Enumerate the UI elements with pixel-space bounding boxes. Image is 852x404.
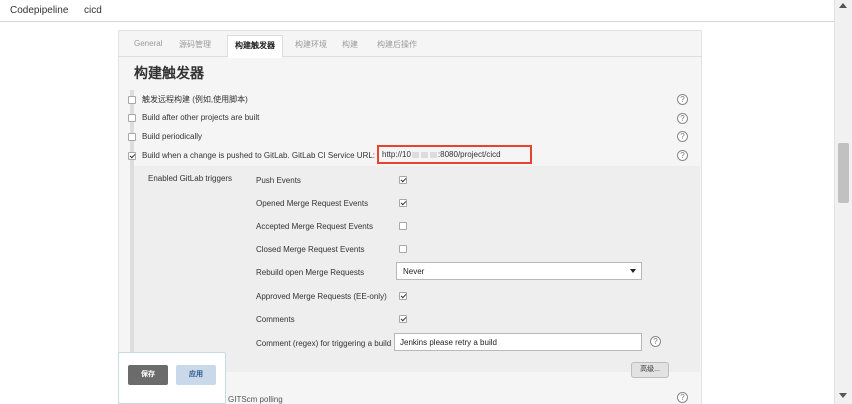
redacted-block (420, 151, 428, 158)
apply-button[interactable]: 应用 (176, 365, 216, 385)
tab-source-code[interactable]: 源码管理 (179, 39, 211, 50)
trigger-remote-checkbox[interactable] (128, 95, 136, 104)
rebuild-mr-label: Rebuild open Merge Requests (256, 268, 365, 277)
comments-label: Comments (256, 315, 295, 324)
tab-build-environment[interactable]: 构建环境 (295, 39, 327, 50)
help-icon[interactable]: ? (677, 113, 688, 124)
redacted-block (429, 151, 437, 158)
rebuild-mr-select[interactable]: Never (396, 262, 642, 280)
gitscm-polling-row[interactable]: GITScm polling (228, 395, 283, 404)
comment-regex-input[interactable]: Jenkins please retry a build (394, 333, 642, 351)
breadcrumb-cicd[interactable]: cicd (84, 5, 102, 16)
comment-regex-label: Comment (regex) for triggering a build (256, 339, 392, 348)
comments-checkbox[interactable] (399, 315, 407, 323)
dropdown-arrow-icon (630, 269, 636, 273)
closed-mr-label: Closed Merge Request Events (256, 245, 365, 254)
opened-mr-checkbox[interactable] (399, 199, 407, 207)
trigger-gitlab-push-checkbox[interactable] (128, 151, 136, 160)
trigger-after-other-checkbox[interactable] (128, 113, 136, 122)
accepted-mr-checkbox[interactable] (399, 222, 407, 230)
trigger-periodically-row[interactable]: Build periodically (128, 132, 202, 141)
help-icon[interactable]: ? (677, 392, 688, 403)
trigger-periodically-label: Build periodically (142, 132, 203, 141)
redacted-block (411, 151, 419, 158)
top-breadcrumb-bar: Codepipeline cicd (0, 0, 834, 22)
trigger-after-other-row[interactable]: Build after other projects are built (128, 113, 259, 122)
trigger-remote-row[interactable]: 触发远程构建 (例如,使用脚本) (128, 94, 248, 105)
help-icon[interactable]: ? (677, 94, 688, 105)
trigger-gitlab-push-label: Build when a change is pushed to GitLab.… (142, 151, 376, 160)
save-button[interactable]: 保存 (128, 365, 168, 385)
help-icon[interactable]: ? (677, 131, 688, 142)
trigger-periodically-checkbox[interactable] (128, 132, 136, 141)
page-scrollbar[interactable] (834, 0, 852, 404)
trigger-gitlab-push-row[interactable]: Build when a change is pushed to GitLab.… (128, 151, 375, 160)
config-tabs: General 源码管理 构建触发器 构建环境 构建 构建后操作 (119, 31, 701, 58)
tab-build-triggers[interactable]: 构建触发器 (227, 35, 283, 58)
accepted-mr-label: Accepted Merge Request Events (256, 222, 373, 231)
help-icon[interactable]: ? (650, 336, 661, 347)
push-events-checkbox[interactable] (399, 176, 407, 184)
approved-mr-checkbox[interactable] (399, 292, 407, 300)
section-title: 构建触发器 (134, 65, 204, 81)
trigger-remote-label: 触发远程构建 (例如,使用脚本) (142, 95, 248, 104)
approved-mr-label: Approved Merge Requests (EE-only) (256, 292, 387, 301)
tab-build[interactable]: 构建 (342, 39, 358, 50)
opened-mr-label: Opened Merge Request Events (256, 199, 369, 208)
enabled-gitlab-triggers-label: Enabled GitLab triggers (148, 174, 233, 183)
scroll-down-arrow-icon[interactable] (839, 393, 847, 398)
scroll-thumb[interactable] (838, 143, 849, 203)
help-icon[interactable]: ? (677, 150, 688, 161)
closed-mr-checkbox[interactable] (399, 245, 407, 253)
tab-general[interactable]: General (134, 39, 162, 48)
push-events-label: Push Events (256, 176, 301, 185)
advanced-button[interactable]: 高级... (631, 362, 669, 378)
scroll-up-arrow-icon[interactable] (839, 3, 847, 8)
tab-post-build[interactable]: 构建后操作 (377, 39, 417, 50)
gitlab-service-url[interactable]: http://10:8080/project/cicd (382, 150, 501, 159)
trigger-after-other-label: Build after other projects are built (142, 113, 260, 122)
breadcrumb-codepipeline[interactable]: Codepipeline (10, 5, 68, 16)
